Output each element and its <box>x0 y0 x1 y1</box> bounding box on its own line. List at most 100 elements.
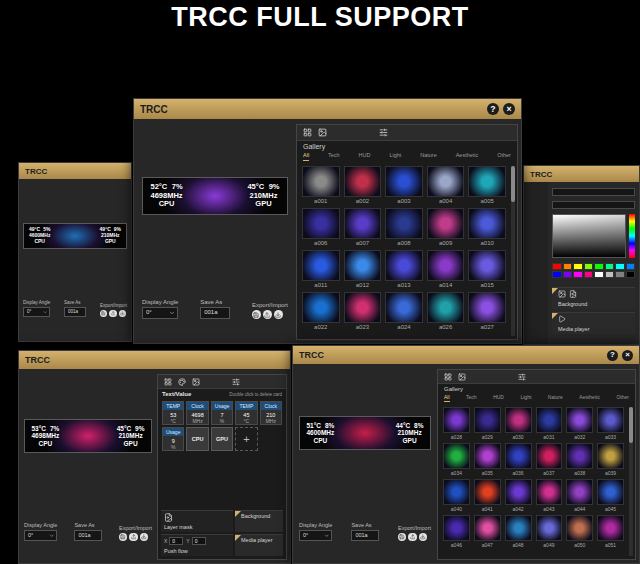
angle-select[interactable]: 0° <box>24 530 57 541</box>
gallery-item[interactable]: a024 <box>385 292 423 331</box>
gallery-item[interactable]: a038 <box>566 443 593 476</box>
value-card[interactable]: Clock210MHz <box>260 401 282 425</box>
sliders-icon[interactable] <box>518 373 526 381</box>
gallery-item[interactable]: a007 <box>344 208 382 247</box>
palette-icon[interactable] <box>178 378 186 386</box>
gallery-item[interactable]: a039 <box>597 443 624 476</box>
gallery-item[interactable]: a036 <box>505 443 532 476</box>
category-tab[interactable]: Tech <box>328 152 340 160</box>
gallery-item[interactable]: a032 <box>566 407 593 440</box>
category-tab[interactable]: Other <box>616 394 629 402</box>
gallery-item[interactable]: a005 <box>468 166 506 205</box>
section[interactable]: Background <box>552 287 635 309</box>
import-button[interactable] <box>119 310 127 318</box>
hue-strip[interactable] <box>629 214 635 258</box>
import-button[interactable] <box>140 533 149 542</box>
category-tab[interactable]: Aesthetic <box>456 152 479 160</box>
window-control[interactable]: × <box>622 350 633 361</box>
gallery-item[interactable]: a035 <box>474 443 501 476</box>
save-button[interactable] <box>398 533 407 542</box>
gallery-item[interactable]: a022 <box>302 292 340 331</box>
color-swatch[interactable] <box>552 263 562 270</box>
color-swatch[interactable] <box>626 271 636 278</box>
angle-select[interactable]: 0° <box>299 530 332 541</box>
gallery-item[interactable]: a027 <box>468 292 506 331</box>
export-button[interactable] <box>263 310 272 319</box>
color-swatch[interactable] <box>615 263 625 270</box>
file-image-icon[interactable] <box>569 290 577 298</box>
category-tab[interactable]: HUD <box>359 152 371 160</box>
gallery-item[interactable]: a047 <box>474 515 501 548</box>
window-control[interactable]: ? <box>607 350 618 361</box>
play-icon[interactable] <box>558 315 566 323</box>
gallery-item[interactable]: a043 <box>536 479 563 512</box>
value-card[interactable]: Usage7% <box>211 401 233 425</box>
grid-icon[interactable] <box>303 128 312 137</box>
gallery-item[interactable]: a040 <box>443 479 470 512</box>
gallery-item[interactable]: a033 <box>597 407 624 440</box>
gallery-item[interactable]: a002 <box>344 166 382 205</box>
gallery-item[interactable]: a046 <box>443 515 470 548</box>
color-swatch[interactable] <box>594 263 604 270</box>
sliders-icon[interactable] <box>379 128 388 137</box>
gallery-item[interactable]: a045 <box>597 479 624 512</box>
save-input[interactable]: 001a <box>74 530 102 541</box>
gallery-item[interactable]: a012 <box>344 250 382 289</box>
gallery-item[interactable]: a001 <box>302 166 340 205</box>
window-control[interactable]: × <box>503 103 515 115</box>
add-card-button[interactable]: + <box>235 427 257 451</box>
gallery-item[interactable]: a014 <box>427 250 465 289</box>
gallery-item[interactable]: a034 <box>443 443 470 476</box>
scroll-thumb[interactable] <box>511 166 515 202</box>
option-field[interactable] <box>552 201 635 209</box>
save-button[interactable] <box>252 310 261 319</box>
scrollbar[interactable] <box>629 407 633 556</box>
value-card[interactable]: TEMP45°C <box>235 401 257 425</box>
source-card[interactable]: GPU <box>211 427 233 451</box>
grid-icon[interactable] <box>444 373 452 381</box>
gallery-item[interactable]: a004 <box>427 166 465 205</box>
gallery-item[interactable]: a010 <box>468 208 506 247</box>
color-swatch[interactable] <box>615 271 625 278</box>
scrollbar[interactable] <box>511 166 515 336</box>
import-button[interactable] <box>419 533 428 542</box>
sliders-icon[interactable] <box>232 378 240 386</box>
export-button[interactable] <box>408 533 417 542</box>
color-swatch[interactable] <box>594 271 604 278</box>
grid-icon[interactable] <box>164 378 172 386</box>
color-swatch[interactable] <box>563 263 573 270</box>
gallery-item[interactable]: a008 <box>385 208 423 247</box>
gallery-item[interactable]: a051 <box>597 515 624 548</box>
window-control[interactable]: ? <box>487 103 499 115</box>
gallery-item[interactable]: a013 <box>385 250 423 289</box>
color-swatch[interactable] <box>605 271 615 278</box>
section[interactable]: Layer mask <box>161 510 233 532</box>
gallery-item[interactable]: a026 <box>427 292 465 331</box>
category-tab[interactable]: Aesthetic <box>579 394 600 402</box>
save-input[interactable]: 001a <box>64 307 87 317</box>
gallery-item[interactable]: a030 <box>505 407 532 440</box>
saturation-box[interactable] <box>552 214 626 258</box>
gallery-item[interactable]: a023 <box>344 292 382 331</box>
file-image-icon[interactable] <box>164 513 173 522</box>
import-button[interactable] <box>274 310 283 319</box>
source-card[interactable]: CPU <box>186 427 208 451</box>
category-tab[interactable]: All <box>303 152 309 160</box>
category-tab[interactable]: Other <box>497 152 511 160</box>
save-input[interactable]: 001a <box>351 530 379 541</box>
color-swatch[interactable] <box>605 263 615 270</box>
category-tab[interactable]: HUD <box>493 394 504 402</box>
section[interactable]: X0Y0Push flow <box>161 534 233 556</box>
gallery-item[interactable]: a048 <box>505 515 532 548</box>
gallery-item[interactable]: a050 <box>566 515 593 548</box>
gallery-item[interactable]: a015 <box>468 250 506 289</box>
category-tab[interactable]: Tech <box>466 394 477 402</box>
gallery-item[interactable]: a049 <box>536 515 563 548</box>
value-card[interactable]: Usage9% <box>162 427 184 451</box>
color-swatch[interactable] <box>573 271 583 278</box>
gallery-item[interactable]: a003 <box>385 166 423 205</box>
export-button[interactable] <box>129 533 138 542</box>
title-bar[interactable]: TRCC?× <box>293 346 639 364</box>
title-bar[interactable]: TRCC?× <box>134 99 521 119</box>
image-icon[interactable] <box>318 128 327 137</box>
